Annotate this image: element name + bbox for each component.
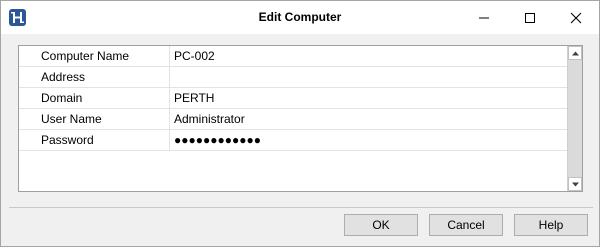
- title-bar[interactable]: Edit Computer: [1, 1, 599, 34]
- cancel-button[interactable]: Cancel: [429, 214, 503, 236]
- property-name: Computer Name: [19, 46, 170, 66]
- property-rows: Computer Name PC-002 Address Domain PERT…: [19, 46, 568, 151]
- close-icon: [570, 12, 582, 24]
- close-button[interactable]: [553, 1, 599, 34]
- property-name: Address: [19, 67, 170, 87]
- property-row-password[interactable]: Password ●●●●●●●●●●●●: [19, 130, 568, 151]
- password-field[interactable]: ●●●●●●●●●●●●: [171, 130, 568, 150]
- domain-field[interactable]: PERTH: [171, 88, 568, 108]
- chevron-down-icon: [572, 182, 579, 187]
- maximize-icon: [525, 13, 535, 23]
- property-name: User Name: [19, 109, 170, 129]
- property-row-domain[interactable]: Domain PERTH: [19, 88, 568, 109]
- user-name-field[interactable]: Administrator: [171, 109, 568, 129]
- edit-computer-dialog: Edit Computer Computer Name PC-002 Addre…: [0, 0, 600, 247]
- footer-separator: [9, 207, 593, 208]
- property-row-address[interactable]: Address: [19, 67, 568, 88]
- property-row-user-name[interactable]: User Name Administrator: [19, 109, 568, 130]
- property-grid: Computer Name PC-002 Address Domain PERT…: [18, 45, 583, 192]
- vertical-scrollbar[interactable]: [567, 46, 582, 191]
- minimize-icon: [479, 17, 489, 19]
- scroll-down-button[interactable]: [568, 177, 582, 191]
- scroll-up-button[interactable]: [568, 46, 582, 60]
- property-name: Domain: [19, 88, 170, 108]
- address-field[interactable]: [171, 67, 568, 87]
- chevron-up-icon: [572, 51, 579, 56]
- computer-name-field[interactable]: PC-002: [171, 46, 568, 66]
- property-name: Password: [19, 130, 170, 150]
- property-row-computer-name[interactable]: Computer Name PC-002: [19, 46, 568, 67]
- help-button[interactable]: Help: [514, 214, 588, 236]
- ok-button[interactable]: OK: [344, 214, 418, 236]
- minimize-button[interactable]: [461, 1, 507, 34]
- maximize-button[interactable]: [507, 1, 553, 34]
